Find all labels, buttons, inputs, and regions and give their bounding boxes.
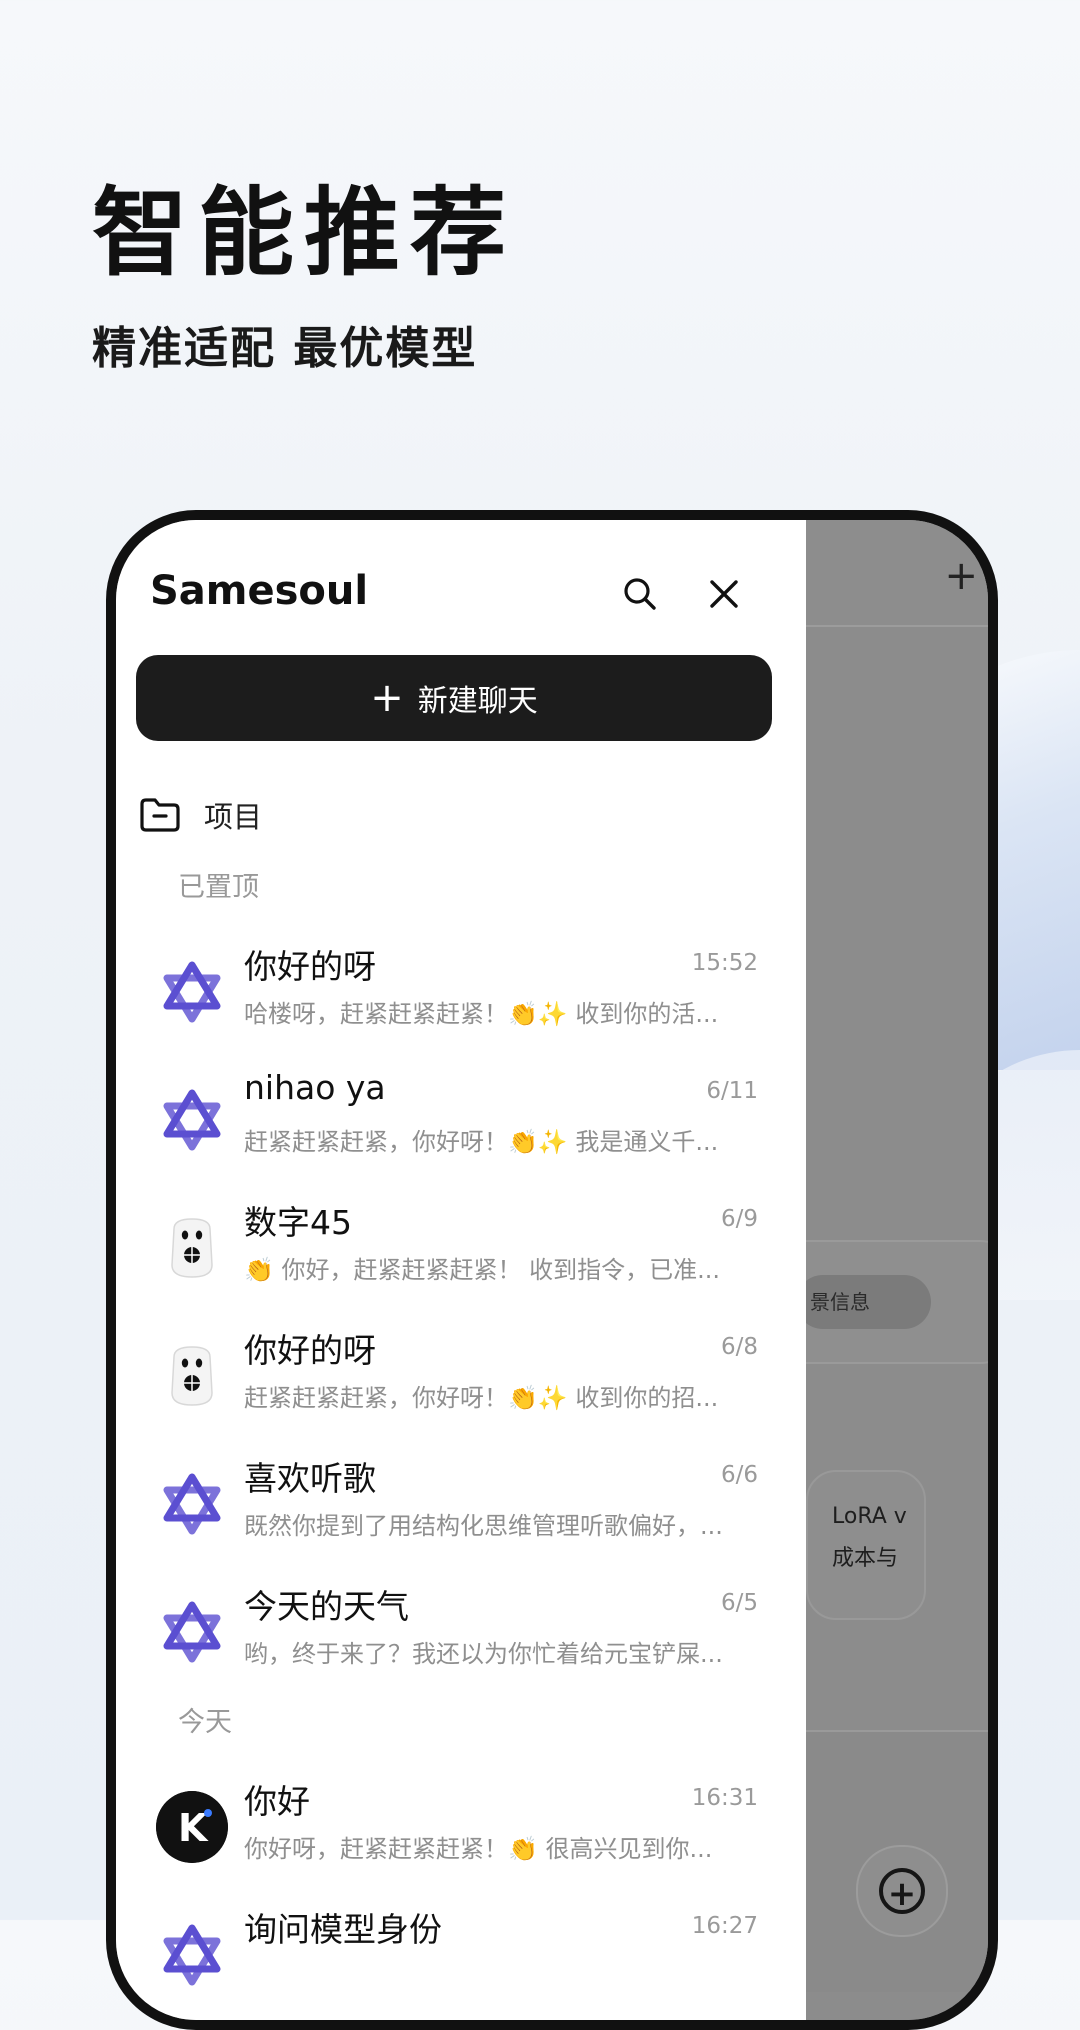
chat-preview: 哈楼呀，赶紧赶紧赶紧！👏✨ 收到你的活... <box>244 1000 719 1028</box>
star-logo-avatar-icon <box>156 1084 228 1156</box>
chat-list-item[interactable]: nihao ya 6/11 赶紧赶紧赶紧，你好呀！👏✨ 我是通义千... <box>156 1068 776 1178</box>
projects-label: 项目 <box>204 800 263 834</box>
promo-headline: 智能推荐 <box>92 177 516 289</box>
projects-item[interactable]: 项目 <box>138 790 262 840</box>
chat-timestamp: 6/8 <box>720 1334 758 1360</box>
background-chip: 景信息 <box>796 1275 931 1329</box>
close-icon[interactable] <box>700 570 748 618</box>
chat-title: 你好的呀 <box>244 947 376 986</box>
background-model-card: LoRA v 成本与 <box>806 1470 926 1620</box>
background-card-line1: LoRA v <box>832 1504 907 1529</box>
star-logo-avatar-icon <box>156 956 228 1028</box>
phone-frame: + 景信息 LoRA v 成本与 + Samesoul + 新建聊天 项目 已置… <box>106 510 998 2030</box>
plus-icon: + <box>370 675 404 721</box>
chat-timestamp: 6/11 <box>706 1078 758 1104</box>
background-add-button: + <box>856 1845 948 1937</box>
chat-preview: 你好呀，赶紧赶紧赶紧！👏 很高兴见到你... <box>244 1835 713 1863</box>
background-card-line2: 成本与 <box>832 1546 899 1571</box>
background-plus-icon: + <box>944 553 978 599</box>
chat-timestamp: 16:31 <box>691 1785 758 1811</box>
chat-timestamp: 6/6 <box>720 1462 758 1488</box>
chat-title: 你好的呀 <box>244 1331 376 1370</box>
folder-icon <box>140 798 180 832</box>
chat-preview: 赶紧赶紧赶紧，你好呀！👏✨ 收到你的招... <box>244 1384 719 1412</box>
today-section-label: 今天 <box>178 1707 232 1738</box>
chat-title: 数字45 <box>244 1203 352 1242</box>
background-topbar: + <box>796 520 988 627</box>
app-brand-title: Samesoul <box>150 568 369 614</box>
add-circle-icon: + <box>879 1868 925 1914</box>
chat-preview: 既然你提到了用结构化思维管理听歌偏好，... <box>244 1512 723 1540</box>
k-logo-avatar-icon: K <box>156 1791 228 1863</box>
chat-timestamp: 16:27 <box>691 1913 758 1939</box>
chat-title: 喜欢听歌 <box>244 1459 376 1498</box>
chat-title: 你好 <box>244 1782 310 1821</box>
star-logo-avatar-icon <box>156 1468 228 1540</box>
chat-list-item[interactable]: 你好的呀 15:52 哈楼呀，赶紧赶紧赶紧！👏✨ 收到你的活... <box>156 940 776 1050</box>
chat-list-item[interactable]: 数字45 6/9 👏 你好，赶紧赶紧赶紧！ 收到指令，已准... <box>156 1196 776 1306</box>
chat-preview: 👏 你好，赶紧赶紧赶紧！ 收到指令，已准... <box>244 1256 721 1284</box>
robot-avatar-icon <box>156 1212 228 1284</box>
star-logo-avatar-icon <box>156 1919 228 1991</box>
chat-timestamp: 6/5 <box>720 1590 758 1616</box>
chat-timestamp: 6/9 <box>720 1206 758 1232</box>
chat-list-item[interactable]: 今天的天气 6/5 哟，终于来了？我还以为你忙着给元宝铲屎... <box>156 1580 776 1690</box>
promo-subheadline: 精准适配 最优模型 <box>92 323 478 374</box>
pinned-section-label: 已置顶 <box>178 872 259 903</box>
search-icon[interactable] <box>616 570 664 618</box>
chat-preview: 赶紧赶紧赶紧，你好呀！👏✨ 我是通义千... <box>244 1128 719 1156</box>
chat-title: nihao ya <box>244 1068 386 1107</box>
star-logo-avatar-icon <box>156 1596 228 1668</box>
new-chat-button[interactable]: + 新建聊天 <box>136 655 772 741</box>
chat-list-item[interactable]: 你好的呀 6/8 赶紧赶紧赶紧，你好呀！👏✨ 收到你的招... <box>156 1324 776 1434</box>
new-chat-label: 新建聊天 <box>417 684 538 719</box>
robot-avatar-icon <box>156 1340 228 1412</box>
chat-timestamp: 15:52 <box>691 950 758 976</box>
chat-list-item[interactable]: 喜欢听歌 6/6 既然你提到了用结构化思维管理听歌偏好，... <box>156 1452 776 1562</box>
chat-list-item[interactable]: K 你好 16:31 你好呀，赶紧赶紧赶紧！👏 很高兴见到你... <box>156 1775 776 1885</box>
chat-title: 询问模型身份 <box>244 1910 442 1949</box>
chat-preview: 哟，终于来了？我还以为你忙着给元宝铲屎... <box>244 1640 723 1668</box>
chat-drawer: Samesoul + 新建聊天 项目 已置顶 你好的呀 15:52 哈楼呀，赶紧赶紧… <box>116 520 806 2020</box>
chat-title: 今天的天气 <box>244 1587 409 1626</box>
